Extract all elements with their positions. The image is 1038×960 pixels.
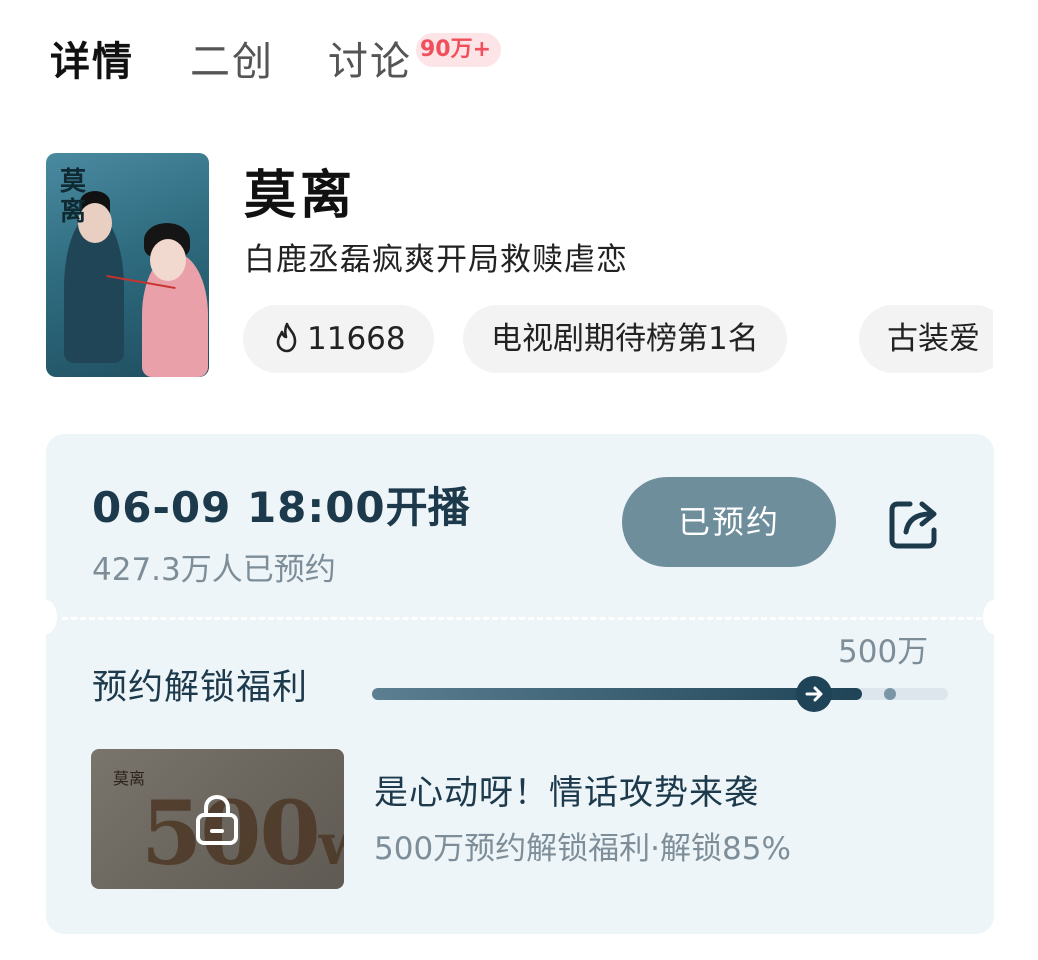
- discussion-count-badge: 90万+: [416, 33, 502, 67]
- tab-discussion[interactable]: 讨论: [328, 38, 412, 86]
- progress-knob: [796, 676, 832, 712]
- card-notch-left: [35, 600, 57, 634]
- heat-chip[interactable]: 11668: [243, 305, 434, 373]
- benefit-thumbnail[interactable]: 莫离 500w: [91, 749, 344, 889]
- card-divider: [62, 617, 982, 620]
- benefit-description: 500万预约解锁福利·解锁85%: [374, 831, 791, 867]
- flame-icon: [276, 322, 297, 352]
- progress-track: [372, 688, 948, 700]
- thumb-unit: w: [318, 812, 344, 878]
- reservation-count: 427.3万人已预约: [92, 552, 336, 588]
- card-notch-right: [983, 600, 1005, 634]
- goal-label: 500万: [838, 634, 929, 670]
- drama-title: 莫离: [244, 166, 357, 226]
- benefit-title[interactable]: 是心动呀！情话攻势来袭: [374, 770, 759, 816]
- tab-fan-creations[interactable]: 二创: [190, 38, 274, 86]
- progress-fill: [372, 688, 862, 700]
- release-datetime: 06-09 18:00: [92, 483, 386, 532]
- drama-subtitle: 白鹿丞磊疯爽开局救赎虐恋: [244, 242, 628, 278]
- lock-icon: [196, 794, 238, 845]
- arrow-right-icon: [805, 686, 823, 702]
- ranking-chip[interactable]: 电视剧期待榜第1名: [463, 305, 787, 373]
- release-suffix: 开播: [385, 483, 470, 532]
- poster-face-female: [150, 239, 186, 281]
- drama-poster[interactable]: 莫离: [46, 153, 209, 377]
- genre-chip[interactable]: 古装爱: [859, 305, 993, 373]
- goal-milestone-dot: [884, 688, 896, 700]
- tab-details[interactable]: 详情: [50, 38, 134, 86]
- release-time: 06-09 18:00开播: [92, 482, 470, 534]
- reserved-button[interactable]: 已预约: [622, 477, 836, 567]
- tag-chips: 11668 电视剧期待榜第1名 古装爱: [243, 305, 993, 373]
- share-icon[interactable]: [884, 492, 946, 554]
- heat-value: 11668: [307, 321, 406, 357]
- benefit-label: 预约解锁福利: [92, 668, 309, 708]
- poster-title: 莫离: [60, 167, 87, 227]
